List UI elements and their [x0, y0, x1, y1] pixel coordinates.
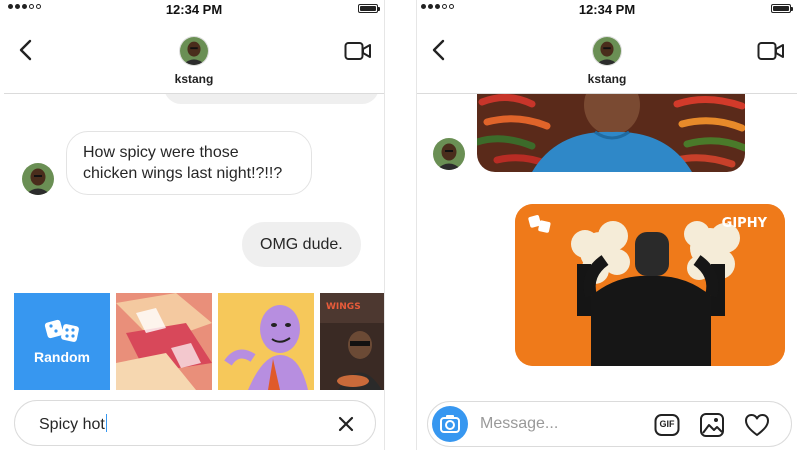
random-label: Random	[34, 349, 90, 365]
chat-header: kstang	[4, 18, 384, 94]
gif-picker: Random WINGS	[14, 293, 384, 390]
close-icon[interactable]	[337, 415, 355, 433]
video-call-icon[interactable]	[344, 40, 372, 62]
gif-result-cartoon[interactable]	[218, 293, 314, 390]
outgoing-gif-message[interactable]: GIPHY	[515, 204, 785, 366]
status-time: 12:34 PM	[578, 2, 636, 17]
status-time: 12:34 PM	[165, 2, 223, 17]
left-phone-screen: 12:34 PM kstang How spicy were those chi…	[4, 0, 385, 450]
message-composer: GIF	[427, 401, 792, 447]
gif-result-abstract[interactable]	[116, 293, 212, 390]
gallery-icon[interactable]	[699, 412, 725, 438]
svg-text:WINGS: WINGS	[326, 302, 361, 312]
outgoing-message: OMG dude.	[242, 222, 361, 267]
status-bar: 12:34 PM	[417, 0, 797, 18]
username[interactable]: kstang	[4, 72, 384, 86]
avatar[interactable]	[592, 36, 622, 66]
sender-avatar[interactable]	[433, 138, 465, 170]
gif-search-field[interactable]: Spicy hot	[14, 400, 376, 446]
username[interactable]: kstang	[417, 72, 797, 86]
sender-avatar[interactable]	[22, 163, 54, 195]
gif-result-wings[interactable]: WINGS	[320, 293, 384, 390]
random-gif-button[interactable]: Random	[14, 293, 110, 390]
search-field-text-wrap: Spicy hot	[39, 414, 107, 434]
search-input-value[interactable]: Spicy hot	[39, 416, 105, 433]
chat-header: kstang	[417, 18, 797, 94]
dice-icon	[44, 319, 79, 342]
message-input[interactable]	[480, 411, 650, 437]
avatar[interactable]	[179, 36, 209, 66]
battery-icon	[358, 4, 380, 13]
camera-button[interactable]	[432, 406, 468, 442]
camera-icon	[440, 415, 460, 433]
gif-button-label: GIF	[659, 419, 675, 429]
giphy-watermark: GIPHY	[721, 216, 767, 231]
status-bar: 12:34 PM	[4, 0, 384, 18]
back-arrow-icon[interactable]	[427, 38, 451, 62]
text-caret	[105, 414, 107, 432]
back-arrow-icon[interactable]	[14, 38, 38, 62]
heart-icon[interactable]	[743, 412, 771, 438]
incoming-message: How spicy were those chicken wings last …	[66, 131, 312, 195]
gif-button[interactable]: GIF	[654, 412, 680, 438]
right-phone-screen: 12:34 PM kstang GIPHY Message... GIF	[416, 0, 797, 450]
battery-icon	[771, 4, 793, 13]
video-call-icon[interactable]	[757, 40, 785, 62]
